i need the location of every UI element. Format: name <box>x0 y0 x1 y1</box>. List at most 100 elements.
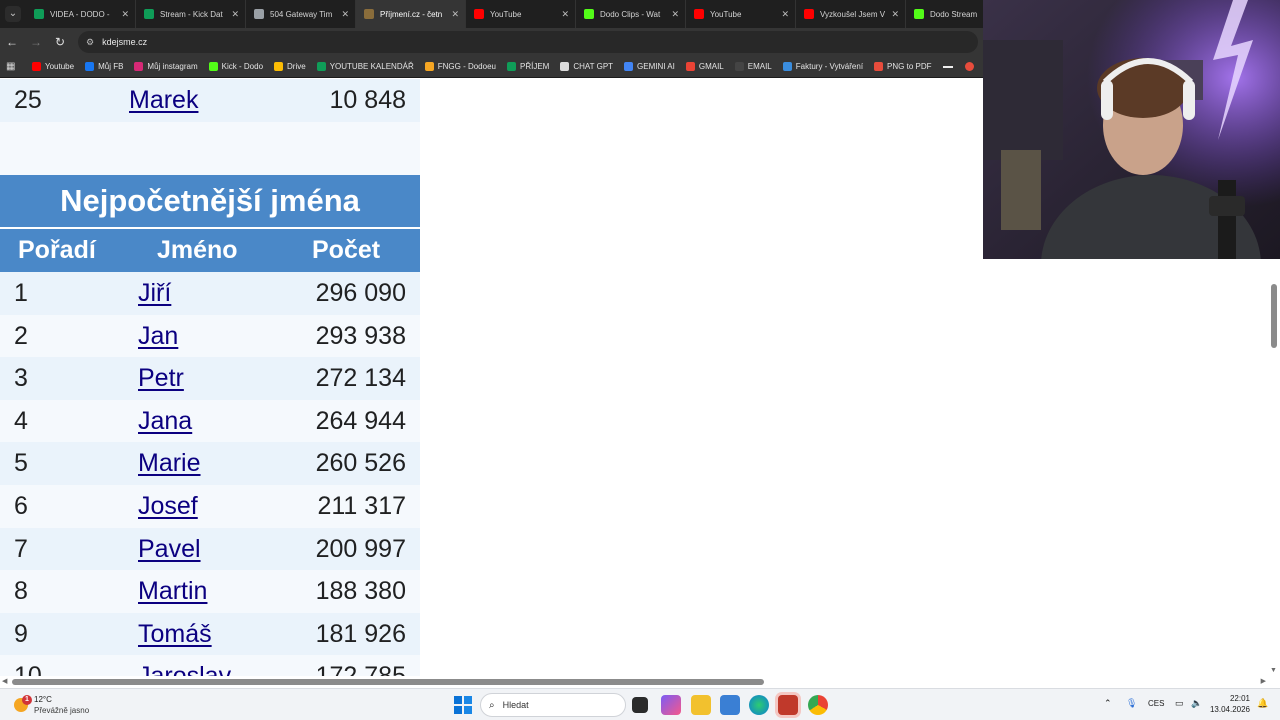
tab-label: YouTube <box>490 9 522 19</box>
table-row: 6 Josef 211 317 <box>0 485 420 528</box>
task-view-icon[interactable] <box>632 697 648 713</box>
table-row: 7 Pavel 200 997 <box>0 527 420 571</box>
column-header-count: Počet <box>312 236 381 264</box>
reload-button[interactable]: ↻ <box>48 28 72 56</box>
close-icon[interactable]: ✕ <box>341 9 349 20</box>
horizontal-scrollbar[interactable]: ◀ ▶ <box>0 676 1280 688</box>
site-info-icon[interactable]: ⚙ <box>86 37 94 48</box>
bookmark-item[interactable]: Faktury - Vytváření <box>782 62 863 71</box>
windows-start-icon[interactable] <box>454 696 472 714</box>
close-icon[interactable]: ✕ <box>121 9 129 20</box>
count-cell: 188 380 <box>315 577 406 606</box>
bookmark-label: Můj FB <box>98 62 124 71</box>
bookmark-item[interactable]: FNGG - Dodoeu <box>424 62 496 71</box>
table-row: 4 Jana 264 944 <box>0 399 420 443</box>
microphone-icon[interactable]: 🎙 <box>1126 698 1137 709</box>
browser-tab[interactable]: Dodo Clips - Wat ✕ <box>576 0 686 28</box>
chrome-icon[interactable] <box>808 695 828 715</box>
apps-grid-icon[interactable]: ▦ <box>6 61 22 72</box>
name-link[interactable]: Marie <box>138 449 201 478</box>
bookmark-item[interactable]: GMAIL <box>685 62 724 71</box>
count-cell: 172 785 <box>316 662 406 676</box>
scroll-down-icon[interactable]: ▼ <box>1270 667 1277 674</box>
file-explorer-icon[interactable] <box>691 695 711 715</box>
count-cell: 293 938 <box>315 321 406 350</box>
bookmark-item[interactable]: GEMINI AI <box>624 62 675 71</box>
table-header: Pořadí Jméno Počet <box>0 229 420 272</box>
name-link[interactable]: Josef <box>138 492 198 521</box>
close-icon[interactable]: ✕ <box>781 9 789 20</box>
notification-bell-icon[interactable]: 🔔 <box>1257 698 1268 709</box>
taskbar-clock[interactable]: 22:01 13.04.2026 <box>1206 693 1250 715</box>
bookmark-item[interactable]: PNG to PDF <box>874 62 932 71</box>
name-link[interactable]: Tomáš <box>138 620 212 649</box>
windows-taskbar: 1 12°C Převážně jasno ⌕ Hledat ⌃ 🎙 CES ▭… <box>0 688 1280 720</box>
rank-cell: 5 <box>14 449 28 478</box>
name-link[interactable]: Jan <box>138 322 178 351</box>
capcut-icon[interactable] <box>778 695 798 715</box>
count-cell: 10 848 <box>329 86 406 114</box>
page-icon <box>364 9 374 19</box>
bookmark-item[interactable]: CHAT GPT <box>560 62 613 71</box>
tab-label: Příjmení.cz - četn <box>380 9 443 19</box>
name-link[interactable]: Pavel <box>138 535 201 564</box>
browser-tab[interactable]: Stream - Kick Dat ✕ <box>136 0 246 28</box>
browser-tab[interactable]: YouTube ✕ <box>686 0 796 28</box>
vertical-scroll-thumb[interactable] <box>1271 284 1277 348</box>
browser-tab[interactable]: VIDEA - DODO - ✕ <box>26 0 136 28</box>
bookmark-favicon-icon <box>734 62 744 71</box>
browser-tab[interactable]: Vyzkoušel Jsem V ✕ <box>796 0 906 28</box>
browser-tab[interactable]: 504 Gateway Tim ✕ <box>246 0 356 28</box>
heart-icon[interactable] <box>964 62 974 71</box>
close-icon[interactable]: ✕ <box>561 9 569 20</box>
scroll-left-icon[interactable]: ◀ <box>2 677 7 685</box>
bookmark-label: Kick - Dodo <box>221 62 264 71</box>
name-link[interactable]: Petr <box>138 364 184 393</box>
edge-icon[interactable] <box>749 695 769 715</box>
horizontal-scroll-thumb[interactable] <box>12 679 764 685</box>
back-button[interactable]: ← <box>0 28 24 56</box>
name-link[interactable]: Martin <box>138 577 207 606</box>
name-link[interactable]: Marek <box>129 86 198 115</box>
tab-label: Dodo Clips - Wat <box>600 9 661 19</box>
column-header-rank: Pořadí <box>18 236 96 264</box>
kick-icon <box>584 9 594 19</box>
close-icon[interactable]: ✕ <box>891 9 899 20</box>
network-icon[interactable]: ▭ <box>1175 698 1184 709</box>
bookmark-favicon-icon <box>874 62 884 71</box>
sheets-icon <box>34 9 44 19</box>
bookmark-item[interactable]: PŘÍJEM <box>506 62 549 71</box>
bookmark-item[interactable]: Můj instagram <box>134 62 198 71</box>
close-icon[interactable]: ✕ <box>671 9 679 20</box>
language-indicator[interactable]: CES <box>1148 699 1164 708</box>
scroll-right-icon[interactable]: ▶ <box>1261 677 1266 685</box>
bookmark-item[interactable]: Můj FB <box>85 62 123 71</box>
bookmark-item[interactable]: EMAIL <box>734 62 772 71</box>
taskbar-search[interactable]: ⌕ Hledat <box>480 693 626 717</box>
bookmark-label: GMAIL <box>698 62 724 71</box>
close-icon[interactable]: ✕ <box>451 9 459 20</box>
bookmark-item[interactable]: YOUTUBE KALENDÁŘ <box>316 62 414 71</box>
forward-button[interactable]: → <box>24 28 48 56</box>
section-title: Nejpočetnější jména <box>0 175 420 227</box>
mail-icon[interactable] <box>720 695 740 715</box>
volume-icon[interactable]: 🔈 <box>1191 698 1202 709</box>
weather-widget[interactable]: 1 12°C Převážně jasno <box>12 693 112 717</box>
bookmark-favicon-icon <box>32 62 41 71</box>
bookmark-favicon-icon <box>208 62 218 71</box>
close-icon[interactable]: ✕ <box>231 9 239 20</box>
browser-tab[interactable]: Příjmení.cz - četn ✕ <box>356 0 466 28</box>
bookmark-label: GEMINI AI <box>637 62 675 71</box>
kick-icon <box>914 9 924 19</box>
tab-search-button[interactable]: ⌄ <box>0 0 26 28</box>
bookmark-item[interactable]: Kick - Dodo <box>208 62 264 71</box>
name-link[interactable]: Jaroslav <box>138 662 231 676</box>
bookmark-item[interactable]: Youtube <box>32 62 74 71</box>
name-link[interactable]: Jiří <box>138 279 171 308</box>
copilot-icon[interactable] <box>661 695 681 715</box>
name-link[interactable]: Jana <box>138 407 192 436</box>
address-bar[interactable]: ⚙ kdejsme.cz <box>78 31 978 53</box>
browser-tab[interactable]: YouTube ✕ <box>466 0 576 28</box>
chevron-up-icon[interactable]: ⌃ <box>1104 698 1112 709</box>
bookmark-item[interactable]: Drive <box>274 62 306 71</box>
